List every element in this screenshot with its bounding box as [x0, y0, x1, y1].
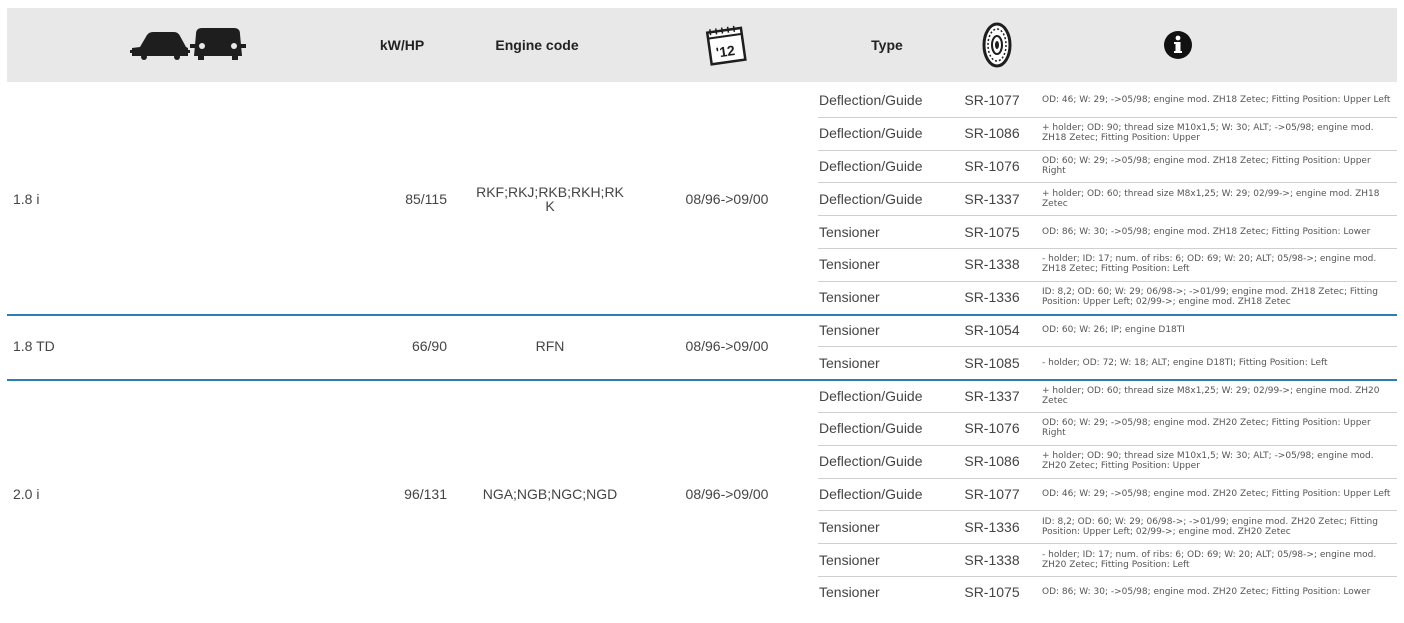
part-code-cell: SR-1337 — [964, 387, 1020, 404]
part-type-cell: Tensioner — [819, 321, 880, 338]
part-type-cell: Deflection/Guide — [819, 92, 923, 109]
power-cell: 96/131 — [404, 485, 447, 502]
power-cell: 85/115 — [405, 190, 447, 207]
part-type-cell: Tensioner — [819, 223, 880, 240]
part-info-cell: OD: 86; W: 30; ->05/98; engine mod. ZH18… — [1042, 226, 1371, 237]
engine-code-cell: RFN — [535, 338, 565, 355]
vehicle-group: 1.8 i 85/115 RKF;RKJ;RKB;RKH;RK K 08/96->09… — [7, 84, 1397, 316]
table-row: Deflection/Guide SR-1077 OD: 46; W: 29; ->… — [818, 478, 1397, 512]
part-type-cell: Deflection/Guide — [819, 485, 923, 502]
table-row: Tensioner SR-1336 ID: 8,2; OD: 60; W: 29; … — [818, 510, 1397, 545]
part-code-cell: SR-1076 — [964, 157, 1020, 174]
part-code-cell: SR-1077 — [964, 92, 1020, 109]
model-cell: 1.8 i — [13, 190, 40, 207]
table-row: Tensioner SR-1075 OD: 86; W: 30; ->05/98; … — [818, 215, 1397, 249]
part-info-cell: OD: 60; W: 29; ->05/98; engine mod. ZH20… — [1042, 418, 1371, 439]
table-row: Deflection/Guide SR-1076 OD: 60; W: 29; ->… — [818, 412, 1397, 446]
vehicle-group: 2.0 i 96/131 NGA;NGB;NGC;NGD 08/96->09/00 De… — [7, 379, 1397, 609]
part-info-cell: - holder; ID: 17; num. of ribs: 6; OD: 6… — [1042, 549, 1377, 570]
part-code-cell: SR-1077 — [964, 485, 1020, 502]
part-info-cell: - holder; ID: 17; num. of ribs: 6; OD: 6… — [1042, 254, 1377, 275]
part-type-cell: Tensioner — [819, 256, 880, 273]
part-type-cell: Tensioner — [819, 354, 880, 371]
part-type-cell: Deflection/Guide — [819, 190, 923, 207]
model-cell: 2.0 i — [13, 485, 40, 502]
part-code-cell: SR-1086 — [964, 453, 1020, 470]
car-body-icon — [130, 26, 246, 62]
table-row: Deflection/Guide SR-1086 + holder; OD: 90;… — [818, 445, 1397, 479]
part-info-cell: + holder; OD: 60; thread size M8x1,25; W… — [1042, 385, 1380, 406]
table-row: Deflection/Guide SR-1337 + holder; OD: 60;… — [818, 182, 1397, 217]
part-info-cell: + holder; OD: 90; thread size M10x1,5; W… — [1042, 451, 1374, 472]
table-header: kW/HP Engine code '12 Type — [7, 8, 1397, 82]
part-type-cell: Deflection/Guide — [819, 453, 923, 470]
part-code-cell: SR-1336 — [964, 289, 1020, 306]
part-info-cell: OD: 60; W: 26; IP; engine D18TI — [1042, 324, 1185, 335]
part-code-cell: SR-1337 — [964, 190, 1020, 207]
part-type-cell: Tensioner — [819, 584, 880, 601]
table-row: Deflection/Guide SR-1076 OD: 60; W: 29; ->… — [818, 150, 1397, 184]
part-code-cell: SR-1085 — [964, 354, 1020, 371]
part-info-cell: ID: 8,2; OD: 60; W: 29; 06/98->; ->01/99… — [1042, 516, 1378, 537]
column-header-power: kW/HP — [379, 37, 425, 53]
part-code-cell: SR-1338 — [964, 551, 1020, 568]
table-row: Tensioner SR-1338 - holder; ID: 17; num. o… — [818, 543, 1397, 577]
part-info-cell: OD: 46; W: 29; ->05/98; engine mod. ZH18… — [1042, 95, 1391, 106]
part-type-cell: Deflection/Guide — [819, 125, 923, 142]
part-type-cell: Tensioner — [819, 551, 880, 568]
tyre-icon — [982, 22, 1012, 68]
part-info-cell: OD: 46; W: 29; ->05/98; engine mod. ZH20… — [1042, 488, 1391, 499]
calendar-icon: '12 — [699, 20, 755, 68]
part-info-cell: OD: 60; W: 29; ->05/98; engine mod. ZH18… — [1042, 155, 1371, 176]
part-type-cell: Tensioner — [819, 518, 880, 535]
model-cell: 1.8 TD — [13, 338, 55, 355]
table-row: Deflection/Guide SR-1337 + holder; OD: 60;… — [818, 379, 1397, 413]
part-type-cell: Deflection/Guide — [819, 157, 923, 174]
table-row: Deflection/Guide SR-1086 + holder; OD: 90;… — [818, 117, 1397, 151]
part-info-cell: ID: 8,2; OD: 60; W: 29; 06/98->; ->01/99… — [1042, 287, 1378, 308]
part-type-cell: Deflection/Guide — [819, 387, 923, 404]
date-range-cell: 08/96->09/00 — [685, 190, 769, 207]
date-range-cell: 08/96->09/00 — [685, 485, 769, 502]
part-info-cell: - holder; OD: 72; W: 18; ALT; engine D18… — [1042, 357, 1328, 368]
power-cell: 66/90 — [411, 338, 447, 355]
part-info-cell: OD: 86; W: 30; ->05/98; engine mod. ZH20… — [1042, 587, 1371, 598]
engine-code-cell: RKF;RKJ;RKB;RKH;RK K — [476, 183, 624, 214]
part-code-cell: SR-1336 — [964, 518, 1020, 535]
parts-table: kW/HP Engine code '12 Type 1.8 i 85/115 … — [0, 0, 1404, 623]
part-info-cell: + holder; OD: 60; thread size M8x1,25; W… — [1042, 188, 1380, 209]
part-code-cell: SR-1075 — [964, 584, 1020, 601]
vehicle-group: 1.8 TD 66/90 RFN 08/96->09/00 Tensioner SR-10… — [7, 314, 1397, 382]
part-type-cell: Deflection/Guide — [819, 420, 923, 437]
part-code-cell: SR-1054 — [964, 321, 1020, 338]
part-type-cell: Tensioner — [819, 289, 880, 306]
info-icon — [1163, 30, 1193, 60]
part-code-cell: SR-1086 — [964, 125, 1020, 142]
table-row: Tensioner SR-1075 OD: 86; W: 30; ->05/98; … — [818, 576, 1397, 609]
column-header-type: Type — [871, 37, 903, 53]
table-row: Tensioner SR-1085 - holder; OD: 72; W: 18;… — [818, 346, 1397, 379]
column-header-engine-code: Engine code — [495, 37, 579, 53]
date-range-cell: 08/96->09/00 — [685, 338, 769, 355]
part-info-cell: + holder; OD: 90; thread size M10x1,5; W… — [1042, 123, 1374, 144]
engine-code-cell: NGA;NGB;NGC;NGD — [482, 485, 618, 502]
part-code-cell: SR-1075 — [964, 223, 1020, 240]
table-row: Tensioner SR-1336 ID: 8,2; OD: 60; W: 29; … — [818, 281, 1397, 314]
table-row: Tensioner SR-1054 OD: 60; W: 26; IP; engin… — [818, 314, 1397, 348]
part-code-cell: SR-1338 — [964, 256, 1020, 273]
calendar-year-text: '12 — [715, 42, 736, 61]
table-row: Tensioner SR-1338 - holder; ID: 17; num. o… — [818, 248, 1397, 282]
table-row: Deflection/Guide SR-1077 OD: 46; W: 29; ->… — [818, 84, 1397, 118]
part-code-cell: SR-1076 — [964, 420, 1020, 437]
